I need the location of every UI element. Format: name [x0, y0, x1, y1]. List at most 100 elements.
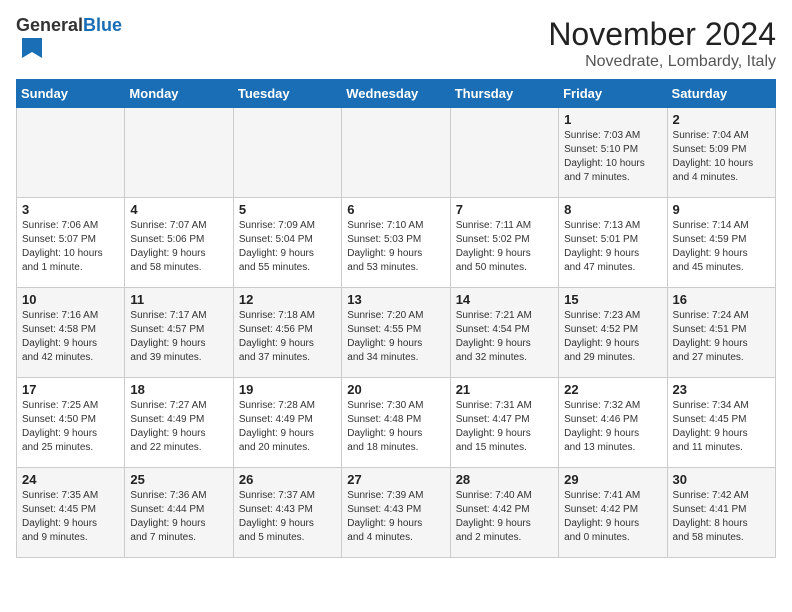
calendar-cell: 26 Sunrise: 7:37 AM Sunset: 4:43 PM Dayli…: [233, 468, 341, 558]
calendar-cell: 12 Sunrise: 7:18 AM Sunset: 4:56 PM Dayli…: [233, 288, 341, 378]
day-number: 28: [456, 472, 553, 487]
day-info: Sunrise: 7:04 AM Sunset: 5:09 PM Dayligh…: [673, 129, 770, 185]
day-info: Sunrise: 7:31 AM Sunset: 4:47 PM Dayligh…: [456, 399, 553, 455]
day-info: Sunrise: 7:30 AM Sunset: 4:48 PM Dayligh…: [347, 399, 444, 455]
day-info: Sunrise: 7:34 AM Sunset: 4:45 PM Dayligh…: [673, 399, 770, 455]
weekday-header-sunday: Sunday: [17, 80, 125, 108]
calendar-cell: 14Sunrise: 7:21 AM Sunset: 4:54 PM Dayli…: [450, 288, 558, 378]
page-header: GeneralBlue November 2024 Novedrate, Lom…: [16, 16, 776, 71]
calendar-week-1: 3 Sunrise: 7:06 AM Sunset: 5:07 PM Daylig…: [17, 198, 776, 288]
day-number: 17: [22, 382, 119, 397]
calendar-cell: 28 Sunrise: 7:40 AM Sunset: 4:42 PM Dayli…: [450, 468, 558, 558]
calendar-week-4: 24 Sunrise: 7:35 AM Sunset: 4:45 PM Dayli…: [17, 468, 776, 558]
calendar-cell: 5Sunrise: 7:09 AM Sunset: 5:04 PM Daylig…: [233, 198, 341, 288]
day-number: 15: [564, 292, 661, 307]
day-info: Sunrise: 7:39 AM Sunset: 4:43 PM Dayligh…: [347, 489, 444, 545]
day-info: Sunrise: 7:25 AM Sunset: 4:50 PM Dayligh…: [22, 399, 119, 455]
calendar-table: SundayMondayTuesdayWednesdayThursdayFrid…: [16, 79, 776, 558]
logo-icon: [18, 36, 46, 64]
day-number: 30: [673, 472, 770, 487]
calendar-cell: 30 Sunrise: 7:42 AM Sunset: 4:41 PM Dayli…: [667, 468, 775, 558]
calendar-cell: [125, 108, 233, 198]
day-info: Sunrise: 7:10 AM Sunset: 5:03 PM Dayligh…: [347, 219, 444, 275]
calendar-cell: [233, 108, 341, 198]
day-number: 23: [673, 382, 770, 397]
calendar-cell: 4 Sunrise: 7:07 AM Sunset: 5:06 PM Daylig…: [125, 198, 233, 288]
calendar-cell: 6 Sunrise: 7:10 AM Sunset: 5:03 PM Daylig…: [342, 198, 450, 288]
calendar-cell: 2 Sunrise: 7:04 AM Sunset: 5:09 PM Daylig…: [667, 108, 775, 198]
day-info: Sunrise: 7:40 AM Sunset: 4:42 PM Dayligh…: [456, 489, 553, 545]
day-number: 7: [456, 202, 553, 217]
day-number: 10: [22, 292, 119, 307]
day-number: 1: [564, 112, 661, 127]
logo-general: General: [16, 15, 83, 35]
calendar-cell: 9 Sunrise: 7:14 AM Sunset: 4:59 PM Daylig…: [667, 198, 775, 288]
day-info: Sunrise: 7:17 AM Sunset: 4:57 PM Dayligh…: [130, 309, 227, 365]
calendar-cell: [450, 108, 558, 198]
weekday-header-row: SundayMondayTuesdayWednesdayThursdayFrid…: [17, 80, 776, 108]
calendar-header: SundayMondayTuesdayWednesdayThursdayFrid…: [17, 80, 776, 108]
weekday-header-tuesday: Tuesday: [233, 80, 341, 108]
day-number: 13: [347, 292, 444, 307]
calendar-cell: [342, 108, 450, 198]
calendar-cell: 19Sunrise: 7:28 AM Sunset: 4:49 PM Dayli…: [233, 378, 341, 468]
month-title: November 2024: [548, 16, 776, 53]
calendar-cell: 15 Sunrise: 7:23 AM Sunset: 4:52 PM Dayli…: [559, 288, 667, 378]
day-info: Sunrise: 7:35 AM Sunset: 4:45 PM Dayligh…: [22, 489, 119, 545]
day-number: 2: [673, 112, 770, 127]
day-number: 29: [564, 472, 661, 487]
day-info: Sunrise: 7:37 AM Sunset: 4:43 PM Dayligh…: [239, 489, 336, 545]
day-info: Sunrise: 7:03 AM Sunset: 5:10 PM Dayligh…: [564, 129, 661, 185]
day-info: Sunrise: 7:28 AM Sunset: 4:49 PM Dayligh…: [239, 399, 336, 455]
calendar-cell: 20Sunrise: 7:30 AM Sunset: 4:48 PM Dayli…: [342, 378, 450, 468]
calendar-cell: 11 Sunrise: 7:17 AM Sunset: 4:57 PM Dayli…: [125, 288, 233, 378]
day-number: 12: [239, 292, 336, 307]
day-info: Sunrise: 7:13 AM Sunset: 5:01 PM Dayligh…: [564, 219, 661, 275]
calendar-cell: 23 Sunrise: 7:34 AM Sunset: 4:45 PM Dayli…: [667, 378, 775, 468]
calendar-cell: 3 Sunrise: 7:06 AM Sunset: 5:07 PM Daylig…: [17, 198, 125, 288]
calendar-body: 1 Sunrise: 7:03 AM Sunset: 5:10 PM Daylig…: [17, 108, 776, 558]
day-number: 9: [673, 202, 770, 217]
day-info: Sunrise: 7:09 AM Sunset: 5:04 PM Dayligh…: [239, 219, 336, 275]
day-number: 26: [239, 472, 336, 487]
weekday-header-monday: Monday: [125, 80, 233, 108]
calendar-cell: 1 Sunrise: 7:03 AM Sunset: 5:10 PM Daylig…: [559, 108, 667, 198]
day-number: 18: [130, 382, 227, 397]
day-number: 8: [564, 202, 661, 217]
day-info: Sunrise: 7:42 AM Sunset: 4:41 PM Dayligh…: [673, 489, 770, 545]
calendar-cell: 25Sunrise: 7:36 AM Sunset: 4:44 PM Dayli…: [125, 468, 233, 558]
weekday-header-friday: Friday: [559, 80, 667, 108]
day-number: 6: [347, 202, 444, 217]
location-subtitle: Novedrate, Lombardy, Italy: [548, 53, 776, 71]
calendar-cell: 13Sunrise: 7:20 AM Sunset: 4:55 PM Dayli…: [342, 288, 450, 378]
calendar-cell: 21Sunrise: 7:31 AM Sunset: 4:47 PM Dayli…: [450, 378, 558, 468]
weekday-header-thursday: Thursday: [450, 80, 558, 108]
day-info: Sunrise: 7:23 AM Sunset: 4:52 PM Dayligh…: [564, 309, 661, 365]
title-block: November 2024 Novedrate, Lombardy, Italy: [548, 16, 776, 71]
calendar-cell: 7 Sunrise: 7:11 AM Sunset: 5:02 PM Daylig…: [450, 198, 558, 288]
day-info: Sunrise: 7:06 AM Sunset: 5:07 PM Dayligh…: [22, 219, 119, 275]
day-info: Sunrise: 7:16 AM Sunset: 4:58 PM Dayligh…: [22, 309, 119, 365]
calendar-cell: 18Sunrise: 7:27 AM Sunset: 4:49 PM Dayli…: [125, 378, 233, 468]
calendar-cell: 22Sunrise: 7:32 AM Sunset: 4:46 PM Dayli…: [559, 378, 667, 468]
calendar-week-0: 1 Sunrise: 7:03 AM Sunset: 5:10 PM Daylig…: [17, 108, 776, 198]
day-number: 3: [22, 202, 119, 217]
calendar-cell: 16 Sunrise: 7:24 AM Sunset: 4:51 PM Dayli…: [667, 288, 775, 378]
day-number: 24: [22, 472, 119, 487]
day-number: 16: [673, 292, 770, 307]
day-number: 11: [130, 292, 227, 307]
day-number: 25: [130, 472, 227, 487]
day-info: Sunrise: 7:11 AM Sunset: 5:02 PM Dayligh…: [456, 219, 553, 275]
day-info: Sunrise: 7:14 AM Sunset: 4:59 PM Dayligh…: [673, 219, 770, 275]
day-info: Sunrise: 7:41 AM Sunset: 4:42 PM Dayligh…: [564, 489, 661, 545]
day-info: Sunrise: 7:18 AM Sunset: 4:56 PM Dayligh…: [239, 309, 336, 365]
calendar-week-3: 17 Sunrise: 7:25 AM Sunset: 4:50 PM Dayli…: [17, 378, 776, 468]
day-info: Sunrise: 7:07 AM Sunset: 5:06 PM Dayligh…: [130, 219, 227, 275]
day-number: 4: [130, 202, 227, 217]
calendar-cell: 10 Sunrise: 7:16 AM Sunset: 4:58 PM Dayli…: [17, 288, 125, 378]
calendar-week-2: 10 Sunrise: 7:16 AM Sunset: 4:58 PM Dayli…: [17, 288, 776, 378]
calendar-cell: 17 Sunrise: 7:25 AM Sunset: 4:50 PM Dayli…: [17, 378, 125, 468]
calendar-cell: 29 Sunrise: 7:41 AM Sunset: 4:42 PM Dayli…: [559, 468, 667, 558]
day-info: Sunrise: 7:24 AM Sunset: 4:51 PM Dayligh…: [673, 309, 770, 365]
calendar-cell: 27Sunrise: 7:39 AM Sunset: 4:43 PM Dayli…: [342, 468, 450, 558]
